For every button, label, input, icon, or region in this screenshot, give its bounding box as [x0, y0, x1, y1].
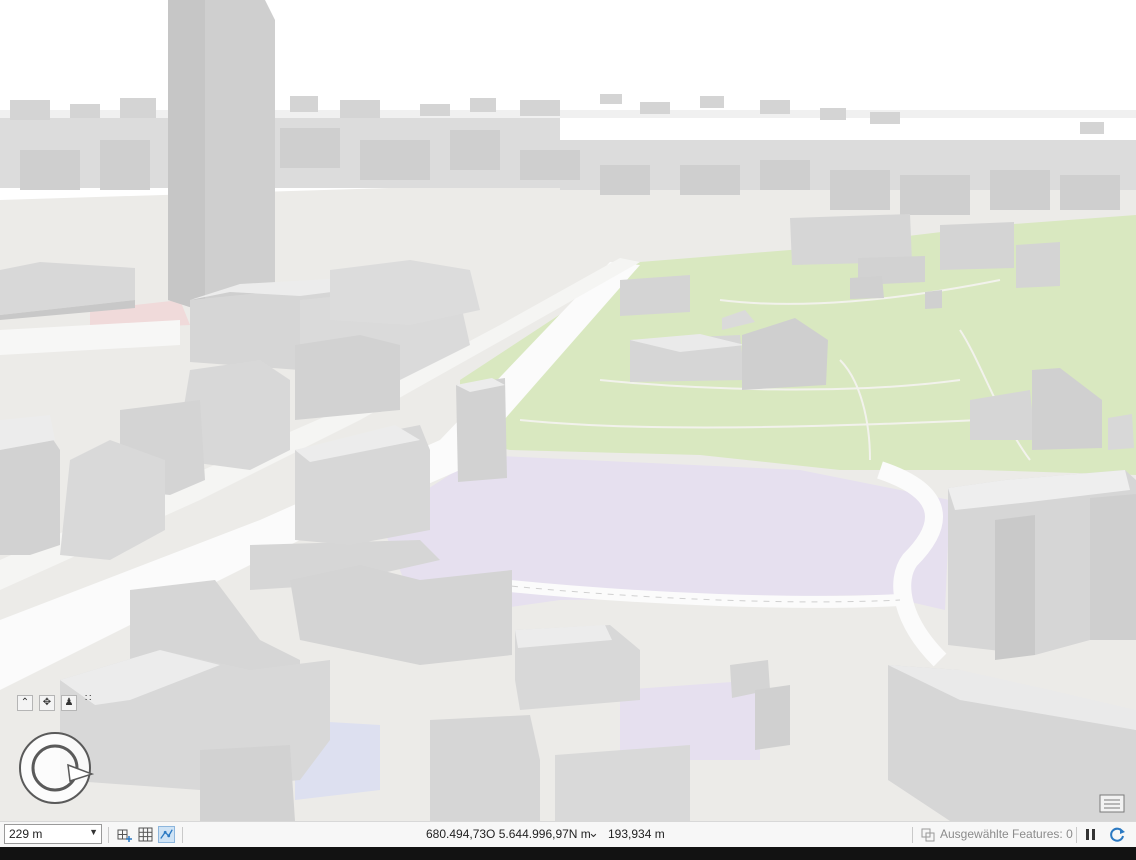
full-control-icon: ✥: [42, 697, 52, 708]
selected-features-label[interactable]: Ausgewählte Features: 0: [940, 827, 1073, 841]
navigator-compass-icon[interactable]: [16, 729, 94, 807]
add-grid-icon[interactable]: [116, 826, 133, 843]
chevron-down-icon: ▼: [89, 827, 98, 837]
divider: [108, 827, 109, 843]
walk-icon: ♟: [64, 697, 74, 708]
snapping-icon: [160, 829, 173, 839]
status-bar: 229 m ▼ 680.494,73O 5.644.996,97N m ⌄ 19…: [0, 821, 1136, 847]
coordinate-readout: 680.494,73O 5.644.996,97N m: [426, 827, 591, 841]
divider: [1076, 827, 1077, 843]
chevron-up-icon: ⌃: [20, 697, 30, 708]
grid-icon[interactable]: [137, 826, 154, 843]
pause-icon[interactable]: [1082, 826, 1099, 843]
scale-combobox[interactable]: 229 m ▼: [4, 824, 102, 844]
os-taskbar: [0, 847, 1136, 860]
nav-grip-icon[interactable]: ∷: [85, 694, 91, 704]
heading-readout: 193,934 m: [608, 827, 665, 841]
refresh-icon[interactable]: [1109, 826, 1126, 843]
nav-full-control-button[interactable]: ✥: [39, 695, 55, 711]
select-features-icon[interactable]: [920, 826, 937, 843]
nav-chevron-up-button[interactable]: ⌃: [17, 695, 33, 711]
scale-value: 229 m: [9, 827, 43, 841]
divider: [912, 827, 913, 843]
map-3d-scene[interactable]: [0, 0, 1136, 821]
coordinate-format-dropdown[interactable]: ⌄: [588, 825, 599, 841]
nav-walk-button[interactable]: ♟: [61, 695, 77, 711]
snapping-toggle[interactable]: [158, 826, 175, 843]
divider: [182, 827, 183, 843]
